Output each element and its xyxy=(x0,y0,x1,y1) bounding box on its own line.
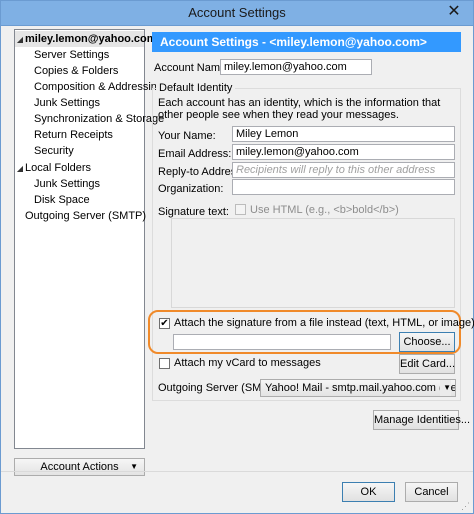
use-html-label: Use HTML (e.g., <b>bold</b>) xyxy=(250,204,399,216)
email-input[interactable]: miley.lemon@yahoo.com xyxy=(232,144,455,160)
footer-divider xyxy=(1,471,473,472)
dropdown-arrow-icon: ▼ xyxy=(440,380,451,396)
reply-to-input[interactable]: Recipients will reply to this other addr… xyxy=(232,162,455,178)
default-identity-title: Default Identity xyxy=(156,82,236,94)
attach-vcard-label: Attach my vCard to messages xyxy=(174,357,321,369)
attach-signature-label: Attach the signature from a file instead… xyxy=(174,317,474,329)
signature-textarea[interactable] xyxy=(171,218,455,308)
window-title: Account Settings xyxy=(188,5,286,20)
page-header: Account Settings - <miley.lemon@yahoo.co… xyxy=(152,32,461,52)
tree-item-return-receipts[interactable]: Return Receipts xyxy=(34,127,113,143)
tree-item-copies-folders[interactable]: Copies & Folders xyxy=(34,63,118,79)
tree-item-local-junk-settings[interactable]: Junk Settings xyxy=(34,176,100,192)
tree-item-disk-space[interactable]: Disk Space xyxy=(34,192,90,208)
email-label: Email Address: xyxy=(158,148,232,160)
tree-item-junk-settings[interactable]: Junk Settings xyxy=(34,95,100,111)
tree-item-security[interactable]: Security xyxy=(34,143,74,159)
identity-description: Each account has an identity, which is t… xyxy=(158,97,441,121)
your-name-input[interactable]: Miley Lemon xyxy=(232,126,455,142)
tree-item-account[interactable]: ◢ miley.lemon@yahoo.com xyxy=(15,31,157,48)
expand-arrow-icon[interactable]: ◢ xyxy=(15,32,25,48)
edit-card-button[interactable]: Edit Card... xyxy=(399,354,455,374)
account-name-label: Account Name: xyxy=(154,62,230,74)
organization-input[interactable] xyxy=(232,179,455,195)
signature-text-label: Signature text: xyxy=(158,206,229,218)
tree-item-sync-storage[interactable]: Synchronization & Storage xyxy=(34,111,164,127)
tree-item-outgoing-server[interactable]: Outgoing Server (SMTP) xyxy=(25,208,146,224)
account-settings-window: Account Settings ✕ ◢ miley.lemon@yahoo.co… xyxy=(0,0,474,514)
tree-item-local-folders[interactable]: ◢ Local Folders xyxy=(15,160,91,176)
organization-label: Organization: xyxy=(158,183,224,195)
attach-vcard-checkbox[interactable] xyxy=(159,358,170,369)
close-icon[interactable]: ✕ xyxy=(443,3,465,21)
signature-file-input[interactable] xyxy=(173,334,391,350)
choose-file-button[interactable]: Choose... xyxy=(399,332,455,352)
your-name-label: Your Name: xyxy=(158,130,216,142)
account-actions-button[interactable]: Account Actions ▼ xyxy=(14,458,145,476)
tree-item-composition[interactable]: Composition & Addressing xyxy=(34,79,163,95)
cancel-button[interactable]: Cancel xyxy=(405,482,458,502)
tree-item-server-settings[interactable]: Server Settings xyxy=(34,47,109,63)
account-name-input[interactable]: miley.lemon@yahoo.com xyxy=(220,59,372,75)
dropdown-arrow-icon: ▼ xyxy=(130,462,138,471)
title-bar[interactable]: Account Settings ✕ xyxy=(1,1,473,26)
resize-grip-icon[interactable]: ⋰ xyxy=(461,501,471,511)
account-tree[interactable]: ◢ miley.lemon@yahoo.com Server Settings C… xyxy=(14,29,164,449)
expand-arrow-icon[interactable]: ◢ xyxy=(15,161,25,177)
outgoing-server-select[interactable]: Yahoo! Mail - smtp.mail.yahoo.com (Defau… xyxy=(260,379,456,397)
use-html-checkbox[interactable] xyxy=(235,204,246,215)
manage-identities-button[interactable]: Manage Identities... xyxy=(373,410,470,430)
ok-button[interactable]: OK xyxy=(342,482,395,502)
attach-signature-checkbox[interactable]: ✔ xyxy=(159,318,170,329)
